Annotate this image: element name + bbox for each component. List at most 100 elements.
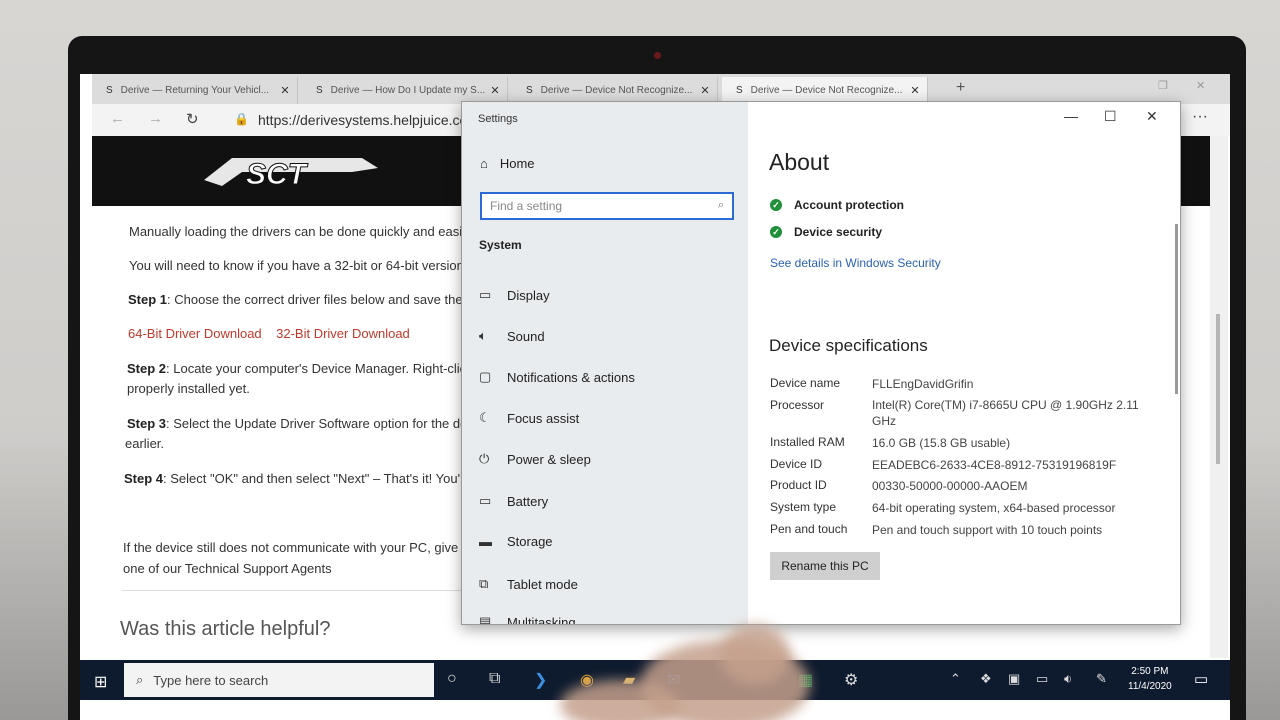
search-placeholder: Type here to search bbox=[153, 672, 269, 688]
sound-icon: 🔈︎ bbox=[479, 328, 487, 343]
sct-favicon-icon: S bbox=[526, 85, 533, 96]
divider bbox=[122, 590, 462, 591]
tab-title: Derive — How Do I Update my S... bbox=[330, 85, 486, 96]
back-icon[interactable]: ← bbox=[110, 110, 125, 127]
date: 11/4/2020 bbox=[1128, 681, 1172, 692]
search-placeholder: Find a setting bbox=[490, 199, 563, 213]
64-bit-driver-link[interactable]: 64-Bit Driver Download bbox=[128, 326, 262, 341]
sct-favicon-icon: S bbox=[316, 85, 323, 96]
step-3-continued: earlier. bbox=[125, 436, 165, 451]
close-icon[interactable]: ✕ bbox=[1146, 108, 1158, 125]
check-icon: ✓ bbox=[770, 199, 782, 211]
browser-tab[interactable]: S Derive — Device Not Recognize... ✕ bbox=[512, 77, 718, 104]
network-drive-icon[interactable]: ▣ bbox=[1008, 671, 1020, 687]
spec-value: 16.0 GB (15.8 GB usable) bbox=[872, 436, 1011, 450]
tab-title: Derive — Device Not Recognize... bbox=[540, 85, 693, 96]
settings-search-input[interactable]: Find a setting ⌕ bbox=[480, 192, 734, 220]
nav-item-label: Notifications & actions bbox=[507, 369, 635, 385]
notification-center-icon[interactable]: ▭ bbox=[1194, 670, 1208, 688]
32-bit-driver-link[interactable]: 32-Bit Driver Download bbox=[276, 326, 410, 341]
taskbar-search-input[interactable]: ⌕ Type here to search bbox=[124, 663, 434, 697]
restore-window-icon[interactable]: ❐ bbox=[1158, 79, 1168, 92]
close-window-icon[interactable]: ✕ bbox=[1196, 79, 1205, 92]
rename-pc-button[interactable]: Rename this PC bbox=[770, 552, 880, 580]
settings-scrollbar[interactable] bbox=[1175, 224, 1178, 394]
nav-item-notifications[interactable]: ▢ Notifications & actions bbox=[479, 369, 635, 385]
sct-logo-text: SCT bbox=[246, 158, 309, 191]
home-icon: ⌂ bbox=[480, 156, 488, 171]
storage-icon: ▬ bbox=[479, 534, 492, 549]
sct-logo[interactable]: SCT bbox=[202, 150, 382, 192]
spec-key: System type bbox=[770, 500, 837, 514]
spec-value: Pen and touch support with 10 touch poin… bbox=[872, 523, 1103, 537]
scrollbar-thumb[interactable] bbox=[1216, 314, 1220, 464]
windows-security-link[interactable]: See details in Windows Security bbox=[770, 256, 941, 270]
step-1: Step 1: Choose the correct driver files … bbox=[128, 292, 495, 307]
close-tab-icon[interactable]: ✕ bbox=[907, 84, 923, 97]
settings-gear-icon[interactable]: ⚙ bbox=[844, 670, 858, 690]
nav-item-display[interactable]: ▭ Display bbox=[479, 287, 550, 303]
cortana-icon[interactable]: ○ bbox=[447, 670, 457, 688]
spec-value: 64-bit operating system, x64-based proce… bbox=[872, 501, 1116, 515]
close-tab-icon[interactable]: ✕ bbox=[277, 84, 293, 97]
notifications-icon: ▢ bbox=[479, 369, 492, 384]
dropbox-icon[interactable]: ❖ bbox=[980, 671, 992, 687]
intro-paragraph: Manually loading the drivers can be done… bbox=[129, 224, 499, 239]
step-label: Step 4 bbox=[124, 471, 164, 486]
nav-item-label: Display bbox=[507, 287, 550, 303]
nav-item-battery[interactable]: ▭ Battery bbox=[479, 493, 548, 509]
step-label: Step 3 bbox=[127, 416, 167, 431]
sct-favicon-icon: S bbox=[736, 85, 743, 96]
step-label: Step 2 bbox=[127, 361, 167, 376]
browser-tab[interactable]: S Derive — Returning Your Vehicl... ✕ bbox=[92, 77, 298, 104]
time: 2:50 PM bbox=[1131, 666, 1169, 677]
settings-home-link[interactable]: ⌂ Home bbox=[480, 156, 535, 171]
version-paragraph: You will need to know if you have a 32-b… bbox=[129, 258, 495, 273]
vscode-icon[interactable]: ❯ bbox=[534, 670, 547, 690]
browser-tab[interactable]: S Derive — How Do I Update my S... ✕ bbox=[302, 77, 508, 104]
battery-icon: ▭ bbox=[479, 493, 492, 508]
nav-item-label: Multitasking bbox=[507, 614, 576, 625]
nav-item-storage[interactable]: ▬ Storage bbox=[479, 534, 553, 549]
url-field[interactable]: https://derivesystems.helpjuice.co bbox=[258, 112, 467, 128]
spec-key: Product ID bbox=[770, 478, 827, 492]
volume-icon[interactable]: 🔉︎ bbox=[1064, 671, 1072, 687]
sct-favicon-icon: S bbox=[106, 85, 113, 96]
account-protection-status: ✓ Account protection bbox=[770, 198, 904, 212]
nav-item-tablet-mode[interactable]: ⧉ Tablet mode bbox=[479, 576, 578, 592]
page-title: About bbox=[769, 149, 830, 175]
battery-icon[interactable]: ▭ bbox=[1036, 671, 1048, 687]
browser-tab-active[interactable]: S Derive — Device Not Recognize... ✕ bbox=[722, 77, 928, 104]
close-tab-icon[interactable]: ✕ bbox=[697, 84, 713, 97]
more-menu-icon[interactable]: ··· bbox=[1192, 108, 1208, 126]
spec-value: 00330-50000-00000-AAOEM bbox=[872, 479, 1028, 493]
nav-item-sound[interactable]: 🔈︎ Sound bbox=[479, 328, 545, 344]
clock[interactable]: 2:50 PM 11/4/2020 bbox=[1128, 664, 1172, 694]
nav-item-focus-assist[interactable]: ☾ Focus assist bbox=[479, 410, 579, 426]
nav-item-power-sleep[interactable]: ⏻ Power & sleep bbox=[479, 451, 591, 467]
nav-item-multitasking[interactable]: ▤ Multitasking bbox=[479, 614, 576, 625]
tab-title: Derive — Device Not Recognize... bbox=[750, 85, 903, 96]
new-tab-icon[interactable]: + bbox=[956, 79, 965, 97]
page-scrollbar[interactable] bbox=[1210, 136, 1228, 658]
refresh-icon[interactable]: ↻ bbox=[186, 110, 199, 128]
check-icon: ✓ bbox=[770, 226, 782, 238]
power-icon: ⏻ bbox=[479, 451, 490, 466]
driver-links: 64-Bit Driver Download 32-Bit Driver Dow… bbox=[128, 326, 410, 341]
spec-value: FLLEngDavidGrifin bbox=[872, 377, 974, 391]
close-tab-icon[interactable]: ✕ bbox=[487, 84, 503, 97]
task-view-icon[interactable]: ⧉ bbox=[489, 670, 500, 688]
step-4: Step 4: Select "OK" and then select "Nex… bbox=[124, 471, 485, 486]
step-text: : Select the Update Driver Software opti… bbox=[166, 416, 491, 431]
pen-icon[interactable]: ✎ bbox=[1096, 671, 1107, 687]
forward-icon[interactable]: → bbox=[148, 110, 163, 127]
lock-icon: 🔒 bbox=[234, 112, 249, 126]
browser-tab-bar: S Derive — Returning Your Vehicl... ✕ S … bbox=[92, 74, 1230, 104]
maximize-icon[interactable]: ☐ bbox=[1104, 108, 1117, 125]
tab-title: Derive — Returning Your Vehicl... bbox=[120, 85, 270, 96]
spec-key: Device name bbox=[770, 376, 841, 390]
display-icon: ▭ bbox=[479, 287, 492, 302]
minimize-icon[interactable]: — bbox=[1064, 108, 1078, 124]
windows-start-icon[interactable]: ⊞ bbox=[94, 672, 107, 692]
chevron-up-icon[interactable]: ⌃ bbox=[950, 671, 961, 687]
